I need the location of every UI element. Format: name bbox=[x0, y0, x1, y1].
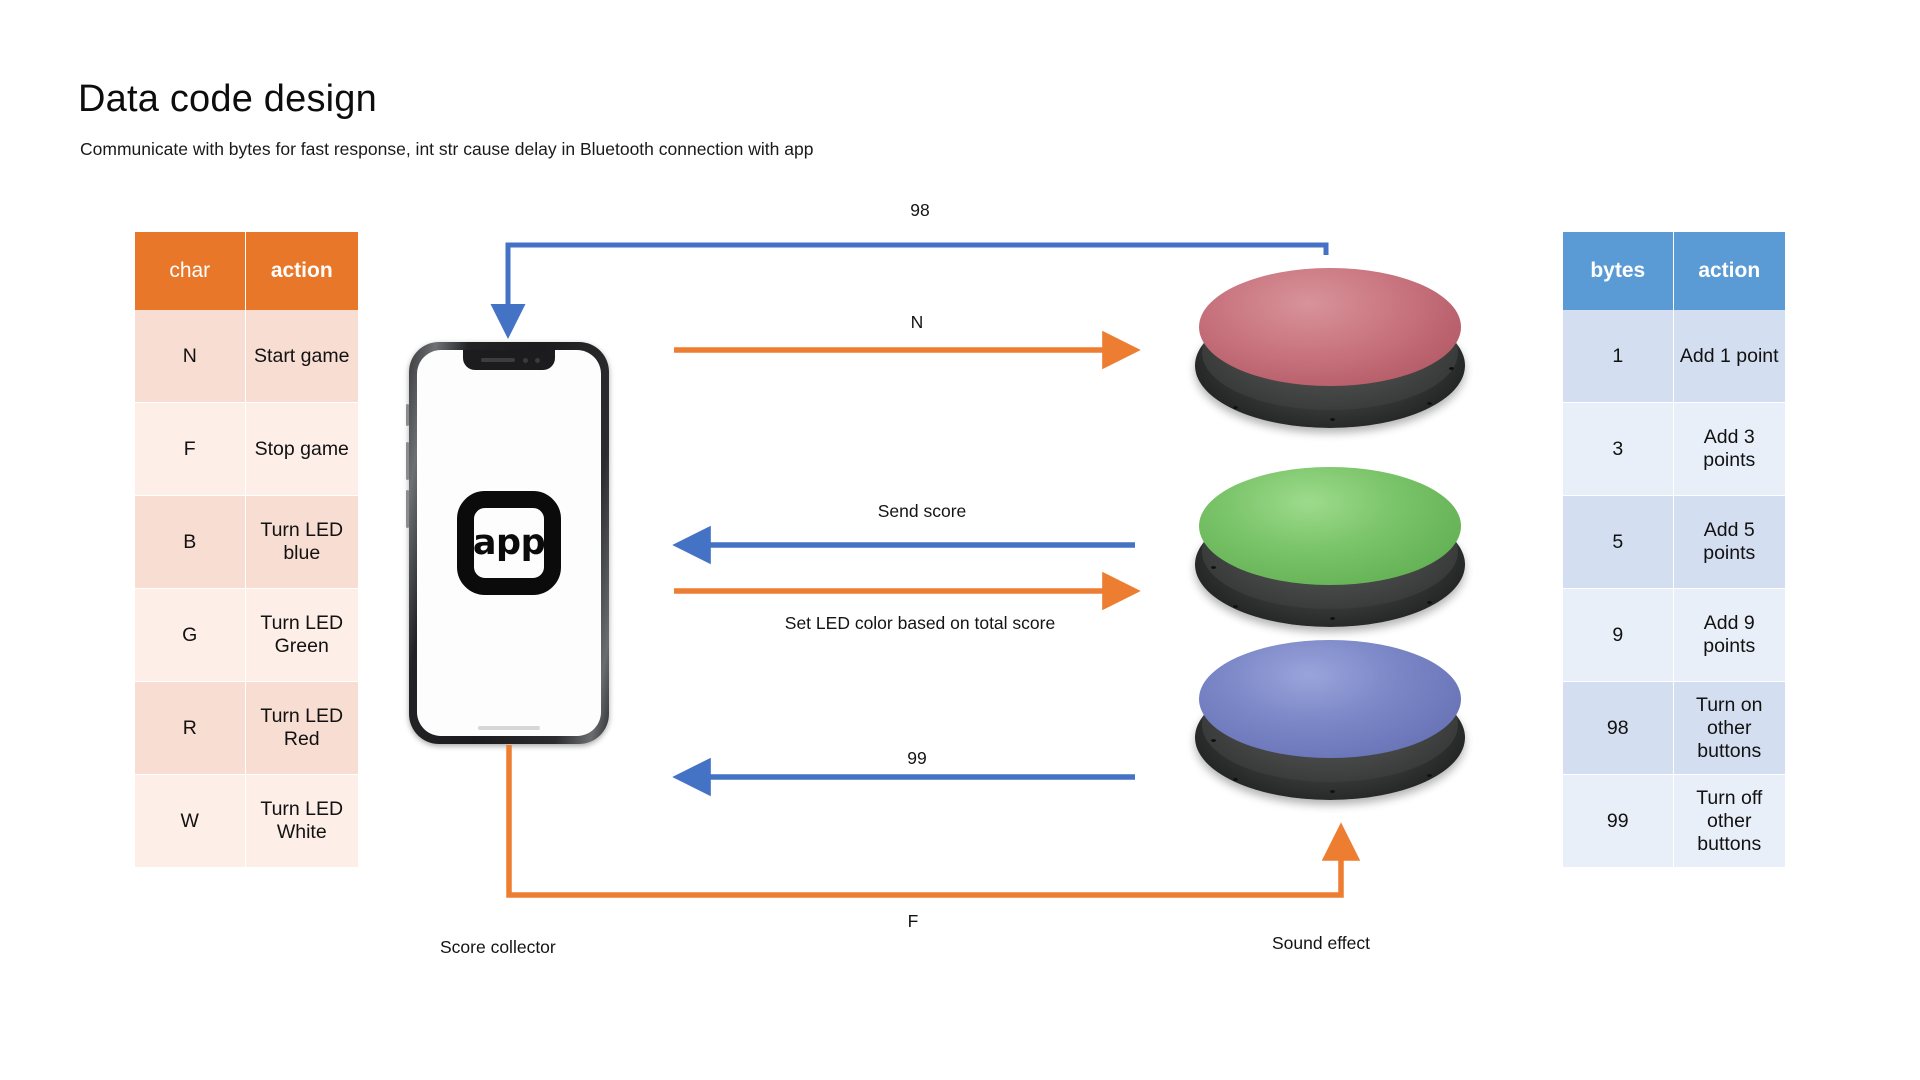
cell-bytes: 98 bbox=[1563, 681, 1674, 775]
char-action-table: char action N Start game F Stop game B T… bbox=[135, 232, 358, 868]
cell-char: W bbox=[135, 774, 246, 868]
phone-device: app bbox=[406, 342, 609, 744]
app-icon-label: app bbox=[472, 522, 546, 563]
phone-volume-down-button bbox=[406, 490, 409, 528]
bytes-action-table: bytes action 1 Add 1 point 3 Add 3 point… bbox=[1563, 232, 1785, 868]
column-header-action: action bbox=[1673, 232, 1785, 310]
cell-bytes: 9 bbox=[1563, 588, 1674, 682]
table-row: 99 Turn off other buttons bbox=[1563, 774, 1785, 868]
big-button-red[interactable] bbox=[1195, 268, 1465, 428]
cell-action: Stop game bbox=[245, 402, 358, 496]
phone-silent-switch bbox=[406, 404, 409, 426]
screw-icon bbox=[1232, 777, 1238, 781]
button-cap-green bbox=[1199, 467, 1461, 586]
table-row: R Turn LED Red bbox=[135, 681, 358, 775]
table-row: B Turn LED blue bbox=[135, 495, 358, 589]
proximity-sensor-icon bbox=[535, 357, 540, 363]
arrow-label-98: 98 bbox=[910, 200, 930, 220]
table-row: N Start game bbox=[135, 310, 358, 403]
phone-caption: Score collector bbox=[440, 937, 556, 957]
phone-screen: app bbox=[417, 350, 601, 736]
cell-action: Turn LED blue bbox=[245, 495, 358, 589]
cell-action: Turn off other buttons bbox=[1673, 774, 1785, 868]
cell-action: Start game bbox=[245, 310, 358, 403]
cell-char: F bbox=[135, 402, 246, 496]
cell-action: Turn LED White bbox=[245, 774, 358, 868]
column-header-bytes: bytes bbox=[1563, 232, 1674, 310]
screw-icon bbox=[1232, 405, 1238, 409]
cell-action: Turn on other buttons bbox=[1673, 681, 1785, 775]
arrow-label-F: F bbox=[907, 911, 919, 931]
arrow-label-send-score: Send score bbox=[877, 501, 967, 521]
cell-action: Add 1 point bbox=[1673, 310, 1785, 403]
cell-bytes: 99 bbox=[1563, 774, 1674, 868]
cell-char: G bbox=[135, 588, 246, 682]
cell-action: Add 3 points bbox=[1673, 402, 1785, 496]
cell-char: B bbox=[135, 495, 246, 589]
cell-action: Add 5 points bbox=[1673, 495, 1785, 589]
table-row: 3 Add 3 points bbox=[1563, 402, 1785, 496]
earpiece-speaker-icon bbox=[481, 358, 515, 362]
page-title: Data code design bbox=[78, 78, 377, 120]
table-row: 1 Add 1 point bbox=[1563, 310, 1785, 403]
big-button-green[interactable] bbox=[1195, 467, 1465, 627]
table-row: 9 Add 9 points bbox=[1563, 588, 1785, 682]
cell-char: N bbox=[135, 310, 246, 403]
table-header-row: bytes action bbox=[1563, 232, 1785, 310]
arrow-label-99: 99 bbox=[907, 748, 927, 768]
column-header-action: action bbox=[245, 232, 358, 310]
table-header-row: char action bbox=[135, 232, 358, 310]
phone-home-indicator bbox=[478, 726, 540, 730]
cell-action: Turn LED Red bbox=[245, 681, 358, 775]
table-row: 5 Add 5 points bbox=[1563, 495, 1785, 589]
big-button-blue[interactable] bbox=[1195, 640, 1465, 800]
cell-bytes: 3 bbox=[1563, 402, 1674, 496]
table-row: F Stop game bbox=[135, 402, 358, 496]
cell-bytes: 5 bbox=[1563, 495, 1674, 589]
table-row: 98 Turn on other buttons bbox=[1563, 681, 1785, 775]
cell-bytes: 1 bbox=[1563, 310, 1674, 403]
app-icon[interactable]: app bbox=[457, 491, 561, 595]
button-cap-blue bbox=[1199, 640, 1461, 759]
page-subtitle: Communicate with bytes for fast response… bbox=[80, 139, 814, 159]
cell-char: R bbox=[135, 681, 246, 775]
arrow-label-N: N bbox=[910, 312, 924, 332]
cell-action: Add 9 points bbox=[1673, 588, 1785, 682]
screw-icon bbox=[1232, 604, 1238, 608]
arrow-label-set-led: Set LED color based on total score bbox=[784, 613, 1056, 633]
table-row: W Turn LED White bbox=[135, 774, 358, 868]
cell-action: Turn LED Green bbox=[245, 588, 358, 682]
table-row: G Turn LED Green bbox=[135, 588, 358, 682]
phone-notch bbox=[463, 350, 555, 370]
phone-volume-up-button bbox=[406, 442, 409, 480]
front-camera-icon bbox=[523, 357, 528, 363]
column-header-char: char bbox=[135, 232, 246, 310]
buttons-caption: Sound effect bbox=[1272, 933, 1370, 953]
button-cap-red bbox=[1199, 268, 1461, 387]
